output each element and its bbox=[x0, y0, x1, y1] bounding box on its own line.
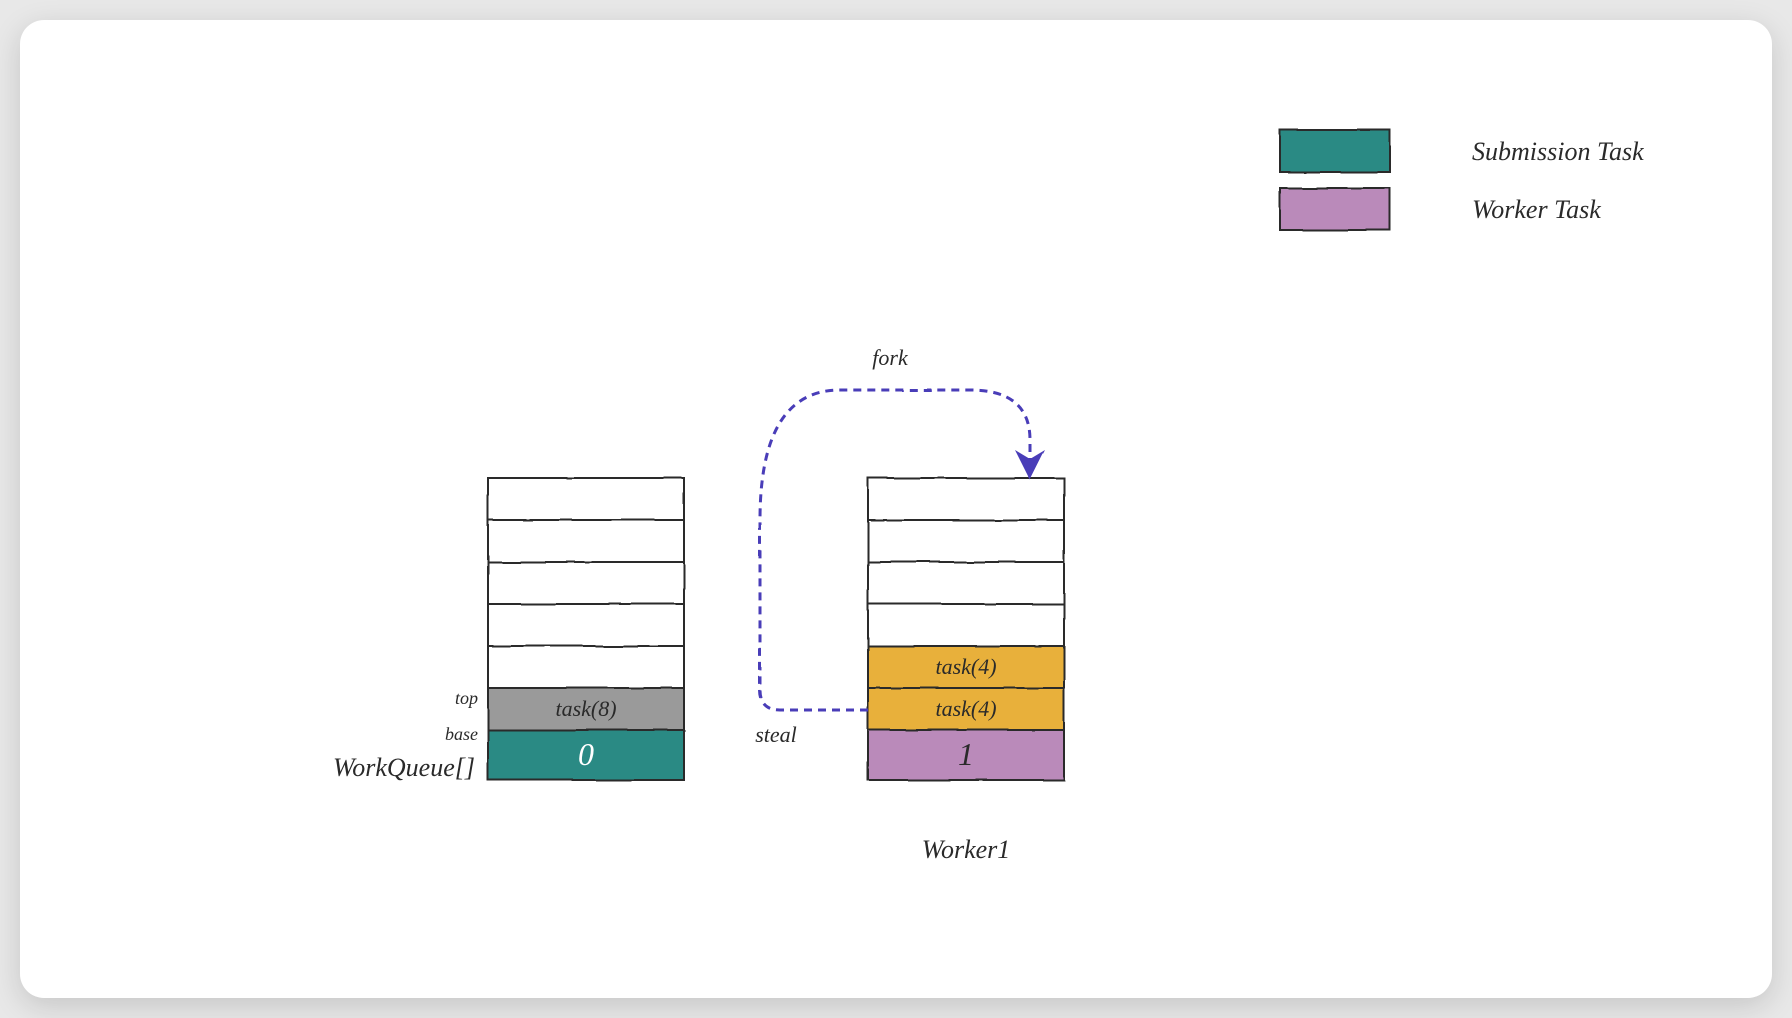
steal-label: steal bbox=[755, 722, 797, 747]
right-slot-empty bbox=[868, 604, 1064, 646]
left-queue: task(8) 0 top base WorkQueue[] bbox=[333, 478, 684, 782]
worker-label: Worker1 bbox=[922, 835, 1011, 864]
diagram-svg: Submission Task Worker Task task(8) 0 bbox=[20, 20, 1772, 998]
left-slot-empty bbox=[488, 520, 684, 562]
left-slot-empty bbox=[488, 604, 684, 646]
right-taskA-label: task(4) bbox=[935, 654, 996, 679]
legend-label-submission: Submission Task bbox=[1472, 137, 1644, 166]
left-base-index: 0 bbox=[578, 736, 594, 772]
right-base-index: 1 bbox=[958, 736, 974, 772]
legend-swatch-submission bbox=[1280, 130, 1390, 172]
left-slot-empty bbox=[488, 562, 684, 604]
left-slot-empty bbox=[488, 646, 684, 688]
workqueue-array-label: WorkQueue[] bbox=[333, 753, 475, 782]
fork-label: fork bbox=[872, 345, 909, 370]
legend: Submission Task Worker Task bbox=[1280, 130, 1644, 230]
right-slot-empty bbox=[868, 562, 1064, 604]
right-taskB-label: task(4) bbox=[935, 696, 996, 721]
left-slot-empty bbox=[488, 478, 684, 520]
left-top-label: top bbox=[455, 688, 478, 708]
right-slot-empty bbox=[868, 520, 1064, 562]
left-base-label: base bbox=[445, 724, 478, 744]
legend-swatch-worker bbox=[1280, 188, 1390, 230]
right-slot-empty bbox=[868, 478, 1064, 520]
right-queue: task(4) task(4) 1 Worker1 bbox=[868, 478, 1064, 864]
diagram-card: Submission Task Worker Task task(8) 0 bbox=[20, 20, 1772, 998]
left-task-label: task(8) bbox=[555, 696, 616, 721]
legend-label-worker: Worker Task bbox=[1472, 195, 1601, 224]
